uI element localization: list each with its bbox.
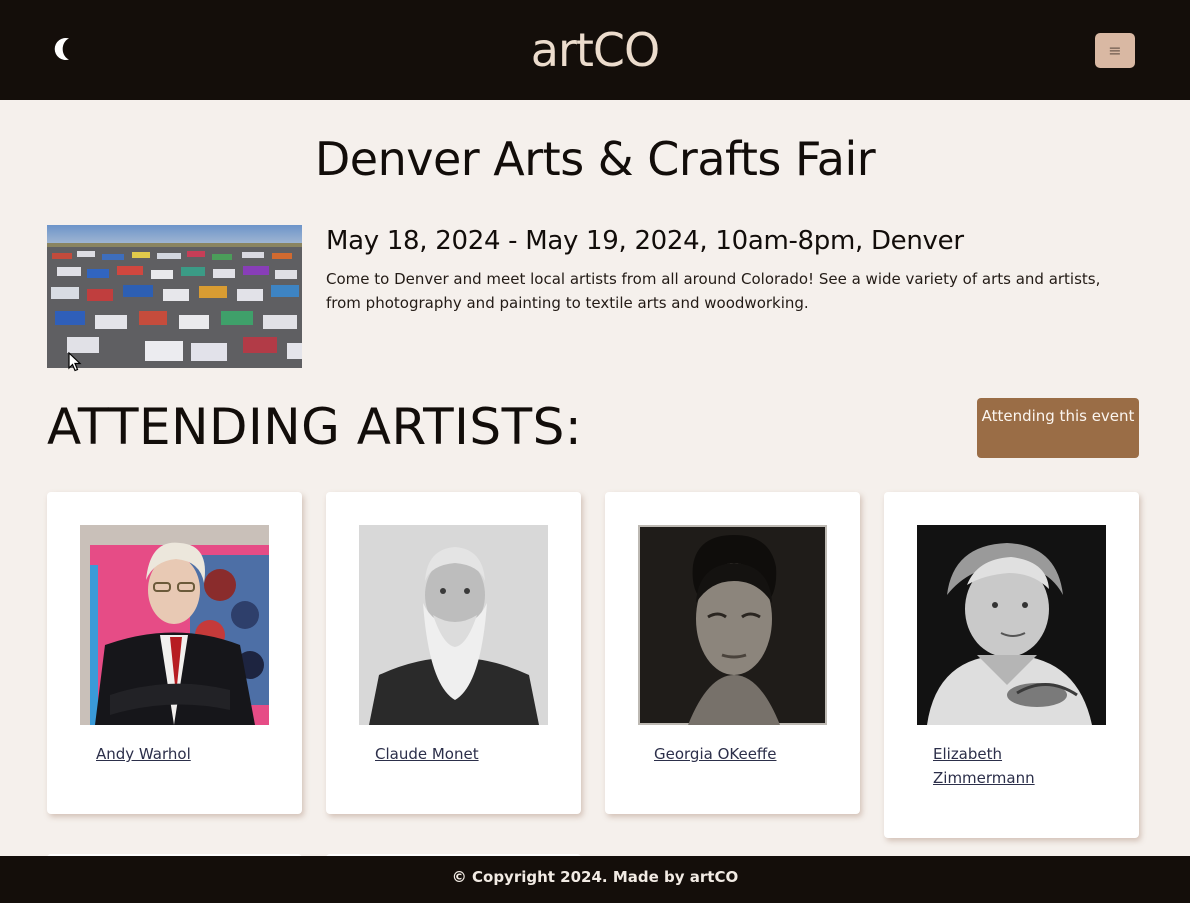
attending-artists-heading: ATTENDING ARTISTS:: [47, 398, 583, 456]
event-date: May 18, 2024 - May 19, 2024, 10am-8pm, D…: [326, 226, 964, 256]
artist-photo[interactable]: [917, 525, 1106, 725]
artist-card[interactable]: Georgia OKeeffe: [605, 492, 860, 814]
artist-photo[interactable]: [80, 525, 269, 725]
site-logo[interactable]: artCO: [0, 20, 1190, 80]
hamburger-menu-icon: ≡: [1108, 41, 1122, 60]
top-navbar: artCO ≡: [0, 0, 1190, 100]
page-title: Denver Arts & Crafts Fair: [314, 132, 876, 186]
artist-name-link[interactable]: Elizabeth Zimmermann: [933, 742, 1083, 790]
artist-name-link[interactable]: Claude Monet: [375, 742, 525, 766]
event-photo: [47, 225, 302, 368]
menu-button[interactable]: ≡: [1095, 33, 1135, 68]
footer: © Copyright 2024. Made by artCO: [0, 856, 1190, 903]
attending-event-button[interactable]: Attending this event: [977, 398, 1139, 458]
artist-card[interactable]: Elizabeth Zimmermann: [884, 492, 1139, 838]
artist-name-link[interactable]: Georgia OKeeffe: [654, 742, 804, 766]
artist-photo[interactable]: [638, 525, 827, 725]
artist-card[interactable]: Andy Warhol: [47, 492, 302, 814]
artist-name-link[interactable]: Andy Warhol: [96, 742, 246, 766]
mouse-cursor-icon: [68, 352, 82, 372]
artist-card[interactable]: Claude Monet: [326, 492, 581, 814]
event-description: Come to Denver and meet local artists fr…: [326, 270, 1101, 312]
artist-photo[interactable]: [359, 525, 548, 725]
copyright-text: © Copyright 2024. Made by artCO: [451, 868, 739, 886]
